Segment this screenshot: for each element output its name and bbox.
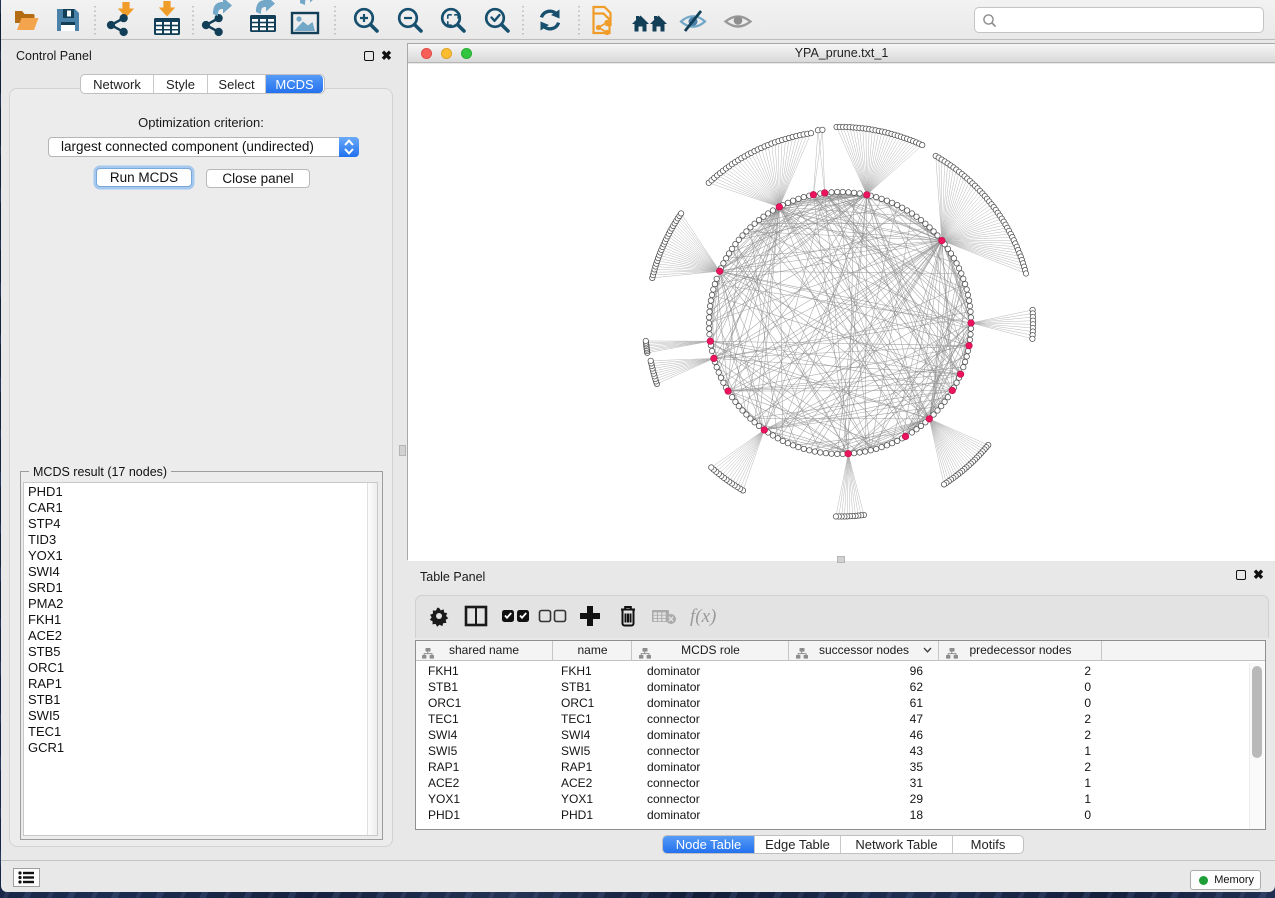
svg-text:f(x): f(x) <box>690 606 716 627</box>
